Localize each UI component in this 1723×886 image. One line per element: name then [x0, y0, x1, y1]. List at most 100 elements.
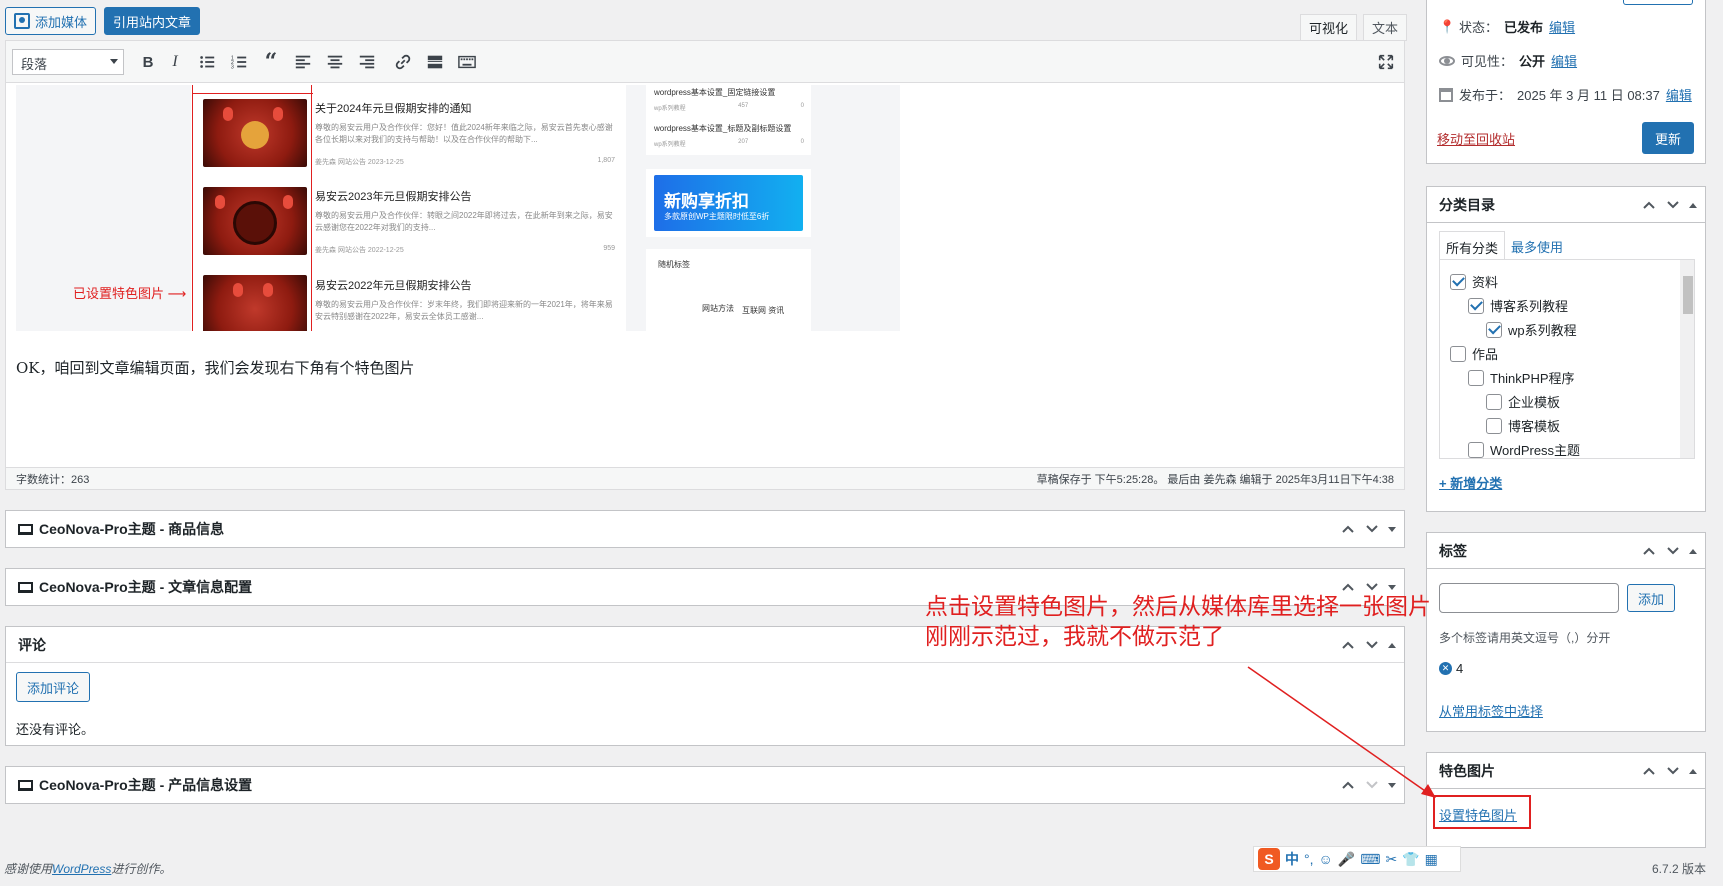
tag-item: ✕ 4 — [1439, 661, 1463, 676]
edit-status-link[interactable]: 编辑 — [1549, 17, 1575, 36]
keyboard-icon[interactable]: ⌨ — [1360, 851, 1380, 868]
update-button[interactable]: 更新 — [1642, 122, 1694, 154]
choose-popular-tags-link[interactable]: 从常用标签中选择 — [1439, 701, 1543, 720]
add-media-button[interactable]: 添加媒体 — [5, 7, 97, 35]
fullscreen-button[interactable] — [1374, 50, 1398, 74]
category-item[interactable]: 博客模板 — [1486, 416, 1560, 435]
numbered-list-button[interactable]: 123 — [227, 50, 251, 74]
post-meta: 姜先森 网站公告 2022-12-25 959 — [315, 245, 615, 254]
format-select[interactable]: 段落 — [12, 49, 124, 75]
eye-icon — [1439, 55, 1455, 66]
category-item[interactable]: 博客系列教程 — [1468, 296, 1568, 315]
tag-input[interactable] — [1439, 583, 1619, 613]
post-meta: 姜先森 网站公告 2023-12-25 1,807 — [315, 157, 615, 166]
microphone-icon[interactable]: 🎤 — [1338, 851, 1355, 868]
edit-visibility-link[interactable]: 编辑 — [1551, 51, 1577, 70]
move-down-icon[interactable] — [1665, 197, 1681, 213]
toggle-panel-icon[interactable] — [1388, 584, 1396, 590]
wordpress-link[interactable]: WordPress — [52, 862, 111, 876]
toggle-panel-icon[interactable] — [1689, 202, 1697, 208]
category-checkbox[interactable] — [1486, 321, 1502, 338]
numbered-list-icon: 123 — [231, 55, 247, 70]
move-up-icon[interactable] — [1641, 197, 1657, 213]
remove-tag-icon[interactable]: ✕ — [1439, 662, 1452, 675]
align-center-icon — [327, 55, 343, 69]
move-down-icon[interactable] — [1364, 777, 1380, 793]
preview-button[interactable] — [1623, 0, 1693, 5]
link-icon — [395, 54, 411, 70]
emoji-icon[interactable]: ☺ — [1319, 851, 1333, 867]
italic-button[interactable]: I — [163, 50, 187, 74]
scrollbar[interactable] — [1680, 260, 1694, 458]
tools-icon[interactable]: ✂ — [1385, 851, 1397, 868]
category-item[interactable]: ThinkPHP程序 — [1468, 368, 1575, 387]
tab-popular-categories[interactable]: 最多使用 — [1511, 237, 1563, 256]
skin-icon[interactable]: 👕 — [1402, 851, 1419, 868]
promo-banner: 新购享折扣 多款原创WP主题限时低至6折 — [654, 175, 803, 231]
keyboard-icon — [458, 55, 476, 69]
add-comment-button[interactable]: 添加评论 — [16, 672, 91, 702]
featured-set-annotation: 已设置特色图片 ⟶ — [73, 286, 187, 301]
category-checkbox[interactable] — [1468, 297, 1484, 314]
no-comments-text: 还没有评论。 — [16, 722, 95, 737]
post-desc: 尊敬的易安云用户及合作伙伴：转眼之间2022年即将过去，在此新年到来之际，易安云… — [315, 211, 613, 232]
category-checkbox[interactable] — [1486, 393, 1502, 410]
align-center-button[interactable] — [323, 50, 347, 74]
toolbar-toggle-button[interactable] — [455, 50, 479, 74]
category-checklist: 资料博客系列教程 wp系列教程作品 ThinkPHP程序企业模板博客模板 WordPr… — [1439, 259, 1695, 459]
sogou-logo-icon[interactable]: S — [1258, 848, 1280, 870]
visibility-value: 公开 — [1519, 54, 1546, 69]
category-item[interactable]: 资料 — [1450, 272, 1498, 291]
category-checkbox[interactable] — [1450, 273, 1466, 290]
move-down-icon[interactable] — [1665, 543, 1681, 559]
toggle-panel-icon[interactable] — [1388, 782, 1396, 788]
category-item[interactable]: WordPress主题 — [1468, 440, 1580, 458]
toggle-panel-icon[interactable] — [1388, 526, 1396, 532]
add-new-category-link[interactable]: + 新增分类 — [1439, 473, 1502, 492]
move-up-icon[interactable] — [1641, 543, 1657, 559]
fullscreen-icon — [1378, 54, 1394, 70]
category-checkbox[interactable] — [1486, 417, 1502, 434]
category-item[interactable]: 企业模板 — [1486, 392, 1560, 411]
grid-menu-icon[interactable]: ▦ — [1425, 851, 1438, 868]
ime-lang-toggle[interactable]: 中 — [1285, 849, 1299, 869]
add-tag-button[interactable]: 添加 — [1627, 584, 1675, 612]
tab-text[interactable]: 文本 — [1363, 14, 1408, 41]
read-more-button[interactable] — [423, 50, 447, 74]
move-up-icon[interactable] — [1340, 521, 1356, 537]
published-date: 2025 年 3 月 11 日 08:37 — [1517, 88, 1660, 103]
bold-button[interactable]: B — [136, 50, 160, 74]
move-down-icon[interactable] — [1665, 763, 1681, 779]
set-featured-image-link[interactable]: 设置特色图片 — [1439, 805, 1517, 824]
move-to-trash-link[interactable]: 移动至回收站 — [1437, 129, 1515, 148]
category-checkbox[interactable] — [1468, 441, 1484, 458]
move-up-icon[interactable] — [1641, 763, 1657, 779]
toggle-panel-icon[interactable] — [1689, 768, 1697, 774]
move-down-icon[interactable] — [1364, 521, 1380, 537]
blockquote-button[interactable]: “ — [259, 49, 283, 75]
move-up-icon[interactable] — [1340, 777, 1356, 793]
edit-date-link[interactable]: 编辑 — [1666, 85, 1692, 104]
tab-all-categories[interactable]: 所有分类 — [1439, 231, 1506, 260]
category-label: 企业模板 — [1508, 395, 1561, 410]
featured-image-box: 特色图片 设置特色图片 — [1426, 752, 1706, 848]
cite-post-button[interactable]: 引用站内文章 — [104, 7, 201, 35]
post-body-text[interactable]: OK，咱回到文章编辑页面，我们会发现右下角有个特色图片 — [16, 357, 415, 378]
toggle-panel-icon[interactable] — [1689, 548, 1697, 554]
align-left-button[interactable] — [291, 50, 315, 74]
status-value: 已发布 — [1504, 20, 1544, 35]
category-item[interactable]: 作品 — [1450, 344, 1498, 363]
post-editor[interactable]: 段落 B I 123 “ 关于2024年元旦假期安排的通知 尊敬的易安云用户及合… — [5, 40, 1405, 490]
punctuation-icon[interactable]: °, — [1304, 851, 1314, 867]
tab-visual[interactable]: 可视化 — [1300, 14, 1358, 41]
embedded-screenshot-image[interactable]: 关于2024年元旦假期安排的通知 尊敬的易安云用户及合作伙伴：您好！值此2024… — [16, 85, 900, 331]
post-title: 关于2024年元旦假期安排的通知 — [315, 103, 472, 115]
category-checkbox[interactable] — [1450, 345, 1466, 362]
bullet-list-button[interactable] — [195, 50, 219, 74]
category-checkbox[interactable] — [1468, 369, 1484, 386]
tags-box: 标签 添加 多个标签请用英文逗号（,）分开 ✕ 4 从常用标签中选择 — [1426, 532, 1706, 732]
link-button[interactable] — [391, 50, 415, 74]
category-item[interactable]: wp系列教程 — [1486, 320, 1577, 339]
laptop-icon — [18, 581, 33, 593]
align-right-button[interactable] — [355, 50, 379, 74]
